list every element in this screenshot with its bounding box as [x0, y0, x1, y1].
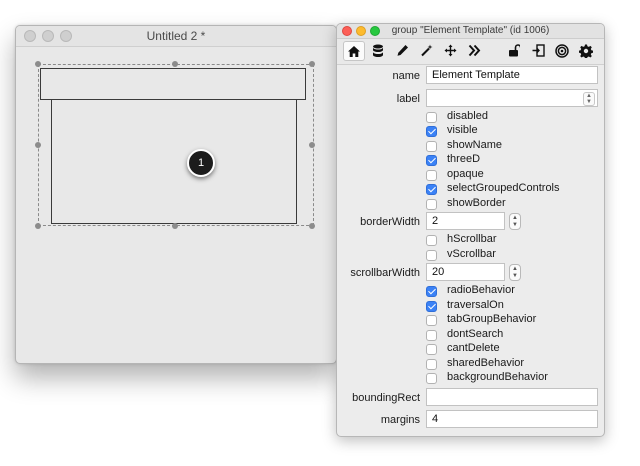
checkbox-dontsearch[interactable]: [426, 330, 437, 341]
checkbox-label-dontsearch: dontSearch: [447, 328, 504, 340]
checkbox-backgroundbehavior[interactable]: [426, 373, 437, 384]
margins-label: margins: [380, 414, 420, 426]
inspector-titlebar[interactable]: group "Element Template" (id 1006): [337, 24, 604, 39]
exit-icon[interactable]: [527, 41, 549, 61]
label-field[interactable]: ▲ ▼: [426, 89, 598, 107]
card-canvas[interactable]: 1: [16, 47, 336, 363]
checkbox-label-hscrollbar: hScrollbar: [447, 233, 497, 245]
checkbox-label-showborder: showBorder: [447, 197, 506, 209]
move-icon[interactable]: [439, 41, 461, 61]
checkbox-showborder[interactable]: [426, 199, 437, 210]
checkbox-label-vscrollbar: vScrollbar: [447, 248, 496, 260]
group-header-shape[interactable]: [40, 68, 306, 100]
checkbox-selectgroupedcontrols[interactable]: [426, 184, 437, 195]
checkbox-label-showname: showName: [447, 139, 503, 151]
label-field-arrows-icon[interactable]: ▲ ▼: [583, 92, 595, 106]
scrollbarwidth-stepper[interactable]: ▲ ▼: [509, 264, 521, 281]
resize-handle-left[interactable]: [35, 142, 41, 148]
resize-handle-bottom-right[interactable]: [309, 223, 315, 229]
checkbox-opaque[interactable]: [426, 170, 437, 181]
checkbox-hscrollbar[interactable]: [426, 235, 437, 246]
boundingrect-label: boundingRect: [352, 392, 420, 404]
checkbox-cantdelete[interactable]: [426, 344, 437, 355]
resize-handle-right[interactable]: [309, 142, 315, 148]
resize-handle-bottom-left[interactable]: [35, 223, 41, 229]
home-icon[interactable]: [343, 41, 365, 61]
gear-icon[interactable]: [575, 41, 597, 61]
checkbox-disabled[interactable]: [426, 112, 437, 123]
resize-handle-top[interactable]: [172, 61, 178, 67]
checkbox-label-backgroundbehavior: backgroundBehavior: [447, 371, 548, 383]
checkbox-visible[interactable]: [426, 126, 437, 137]
checkbox-label-sharedbehavior: sharedBehavior: [447, 357, 525, 369]
name-label: name: [392, 70, 420, 82]
card-window: Untitled 2 * 1: [15, 25, 337, 364]
checkbox-radiobehavior[interactable]: [426, 286, 437, 297]
borderwidth-label: borderWidth: [360, 216, 420, 228]
checkbox-label-visible: visible: [447, 124, 478, 136]
resize-handle-bottom[interactable]: [172, 223, 178, 229]
checkbox-vscrollbar[interactable]: [426, 250, 437, 261]
lock-icon[interactable]: [503, 41, 525, 61]
checkbox-tabgroupbehavior[interactable]: [426, 315, 437, 326]
margins-field[interactable]: 4: [426, 410, 598, 428]
inspector-toolbar: [337, 39, 604, 65]
name-field[interactable]: Element Template: [426, 66, 598, 84]
checkbox-label-opaque: opaque: [447, 168, 484, 180]
checkbox-label-threed: threeD: [447, 153, 481, 165]
checkbox-label-traversalon: traversalOn: [447, 299, 504, 311]
scrollbarwidth-label: scrollbarWidth: [350, 267, 420, 279]
card-window-titlebar[interactable]: Untitled 2 *: [16, 26, 336, 47]
scrollbarwidth-field[interactable]: 20: [426, 263, 505, 281]
target-icon[interactable]: [551, 41, 573, 61]
borderwidth-stepper[interactable]: ▲ ▼: [509, 213, 521, 230]
card-window-title: Untitled 2 *: [146, 29, 206, 43]
label-label: label: [396, 93, 420, 105]
checkbox-label-disabled: disabled: [447, 110, 488, 122]
group-body-shape[interactable]: [51, 100, 297, 224]
checkbox-label-tabgroupbehavior: tabGroupBehavior: [447, 313, 537, 325]
boundingrect-field[interactable]: [426, 388, 598, 406]
resize-handle-top-left[interactable]: [35, 61, 41, 67]
checkbox-sharedbehavior[interactable]: [426, 359, 437, 370]
checkbox-threed[interactable]: [426, 155, 437, 166]
step-number-badge: 1: [187, 149, 215, 177]
borderwidth-field[interactable]: 2: [426, 212, 505, 230]
pencil-icon[interactable]: [391, 41, 413, 61]
checkbox-label-radiobehavior: radioBehavior: [447, 284, 515, 296]
property-inspector: group "Element Template" (id 1006) name …: [336, 23, 605, 437]
wand-icon[interactable]: [415, 41, 437, 61]
checkbox-showname[interactable]: [426, 141, 437, 152]
checkbox-label-selectgroupedcontrols: selectGroupedControls: [447, 182, 560, 194]
checkbox-label-cantdelete: cantDelete: [447, 342, 500, 354]
forward-icon[interactable]: [463, 41, 485, 61]
inspector-title: group "Element Template" (id 1006): [391, 25, 550, 36]
database-icon[interactable]: [367, 41, 389, 61]
resize-handle-top-right[interactable]: [309, 61, 315, 67]
checkbox-traversalon[interactable]: [426, 301, 437, 312]
